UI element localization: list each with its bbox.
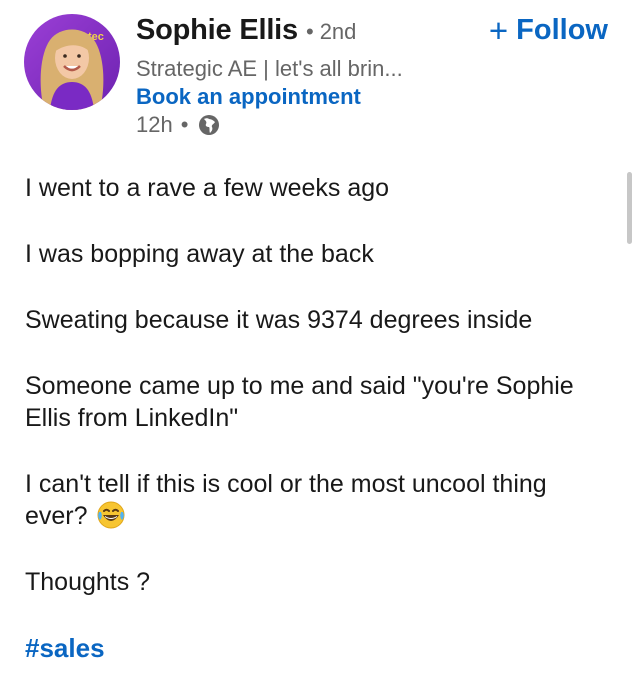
post-paragraph: Sweating because it was 9374 degrees ins…: [25, 306, 533, 334]
post-paragraph: I went to a rave a few weeks ago: [25, 174, 390, 202]
post-paragraph: Thoughts ?: [25, 568, 151, 596]
post-body: I went to a rave a few weeks ago I was b…: [25, 172, 615, 665]
post-meta: 12h •: [136, 112, 220, 138]
author-name[interactable]: Sophie Ellis: [136, 14, 298, 47]
post-paragraph: Someone came up to me and said "you're S…: [25, 372, 574, 432]
globe-icon: [198, 114, 220, 136]
post-paragraph: I was bopping away at the back: [25, 240, 374, 268]
face-with-tears-of-joy-icon: [96, 500, 126, 530]
connection-degree: 2nd: [319, 19, 357, 44]
post-paragraph-with-emoji: I can't tell if this is cool or the most…: [25, 468, 615, 532]
author-name-row: Sophie Ellis • 2nd: [136, 14, 356, 54]
post-time: 12h: [136, 112, 173, 137]
hashtag-link[interactable]: #sales: [25, 633, 105, 663]
avatar-photo: tec: [24, 14, 120, 110]
author-headline: Strategic AE | let's all brin...: [136, 56, 403, 81]
follow-button-label: Follow: [516, 14, 608, 46]
book-appointment-link[interactable]: Book an appointment: [136, 84, 361, 110]
meta-separator: •: [180, 112, 189, 137]
author-avatar[interactable]: tec: [24, 14, 120, 110]
scrollbar[interactable]: [627, 172, 632, 244]
connection-separator: •: [305, 19, 314, 44]
plus-icon: +: [488, 12, 509, 49]
follow-button[interactable]: + Follow: [489, 14, 608, 47]
